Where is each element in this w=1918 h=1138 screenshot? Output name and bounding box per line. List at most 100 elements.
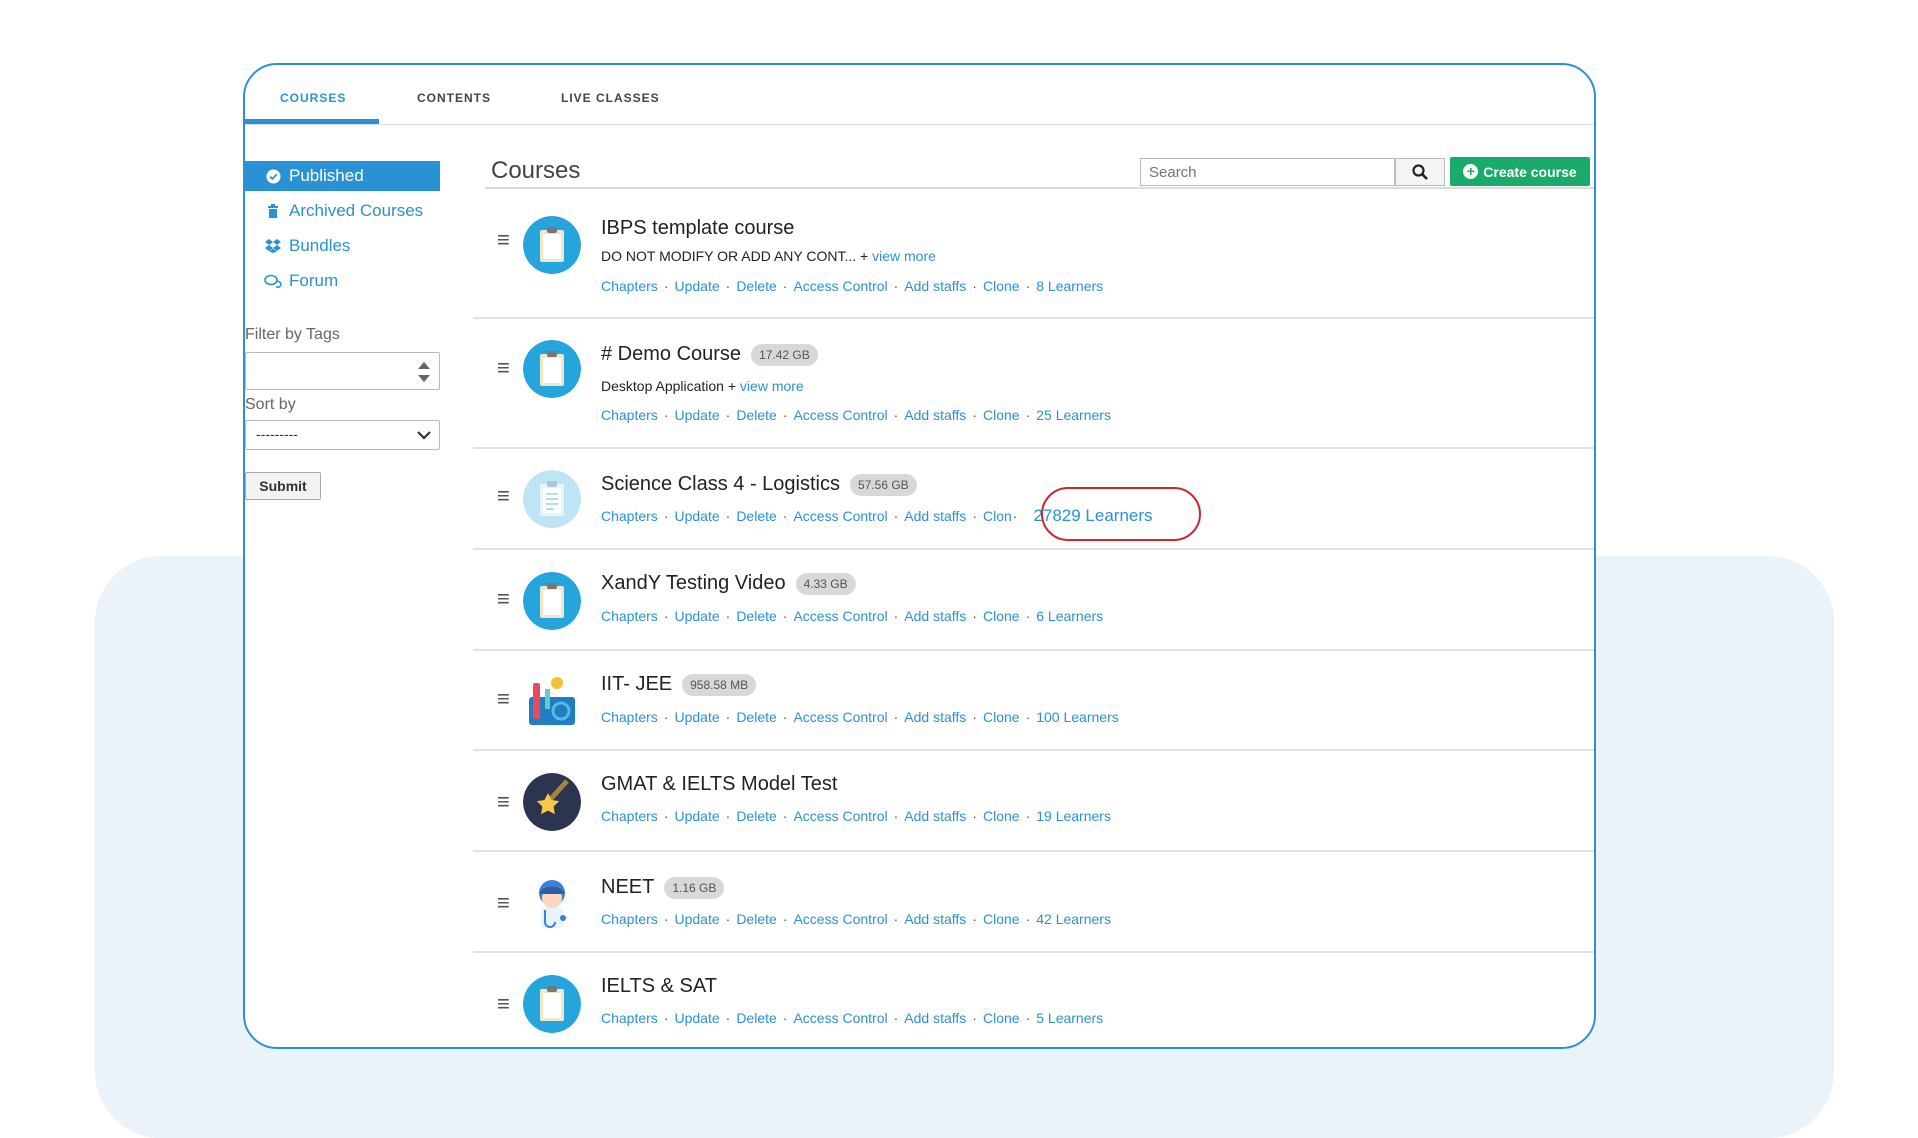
drag-handle-icon[interactable]: ≡ (497, 586, 510, 612)
drag-handle-icon[interactable]: ≡ (497, 227, 510, 253)
add-staffs-link[interactable]: Add staffs (904, 508, 966, 524)
search-input[interactable] (1140, 158, 1395, 186)
view-more-link[interactable]: view more (740, 378, 804, 394)
chapters-link[interactable]: Chapters (601, 407, 658, 423)
add-staffs-link[interactable]: Add staffs (904, 808, 966, 824)
course-title[interactable]: IBPS template course (601, 217, 794, 240)
course-actions: Chapters · Update · Delete · Access Control… (601, 407, 1111, 423)
course-title[interactable]: NEET (601, 876, 654, 899)
sort-select[interactable]: --------- (245, 420, 440, 450)
create-course-button[interactable]: + Create course (1450, 157, 1590, 186)
clone-link[interactable]: Clone (983, 608, 1020, 624)
sidebar-item-forum[interactable]: Forum (245, 266, 440, 296)
add-staffs-link[interactable]: Add staffs (904, 407, 966, 423)
update-link[interactable]: Update (674, 608, 719, 624)
clone-link[interactable]: Clon (983, 508, 1012, 524)
delete-link[interactable]: Delete (736, 508, 776, 524)
course-row: ≡ Science Class 4 - Logistics 57.56 GB C… (473, 449, 1594, 550)
sidebar-item-label: Published (289, 166, 364, 185)
access-control-link[interactable]: Access Control (793, 709, 887, 725)
course-list: ≡ IBPS template course DO NOT MODIFY OR … (473, 191, 1594, 1047)
learners-link[interactable]: 8 Learners (1036, 278, 1103, 294)
access-control-link[interactable]: Access Control (793, 278, 887, 294)
course-actions: Chapters · Update · Delete · Access Control… (601, 709, 1119, 725)
delete-link[interactable]: Delete (736, 808, 776, 824)
chapters-link[interactable]: Chapters (601, 709, 658, 725)
chapters-link[interactable]: Chapters (601, 808, 658, 824)
course-title[interactable]: GMAT & IELTS Model Test (601, 773, 837, 796)
clone-link[interactable]: Clone (983, 407, 1020, 423)
submit-button[interactable]: Submit (245, 472, 321, 500)
access-control-link[interactable]: Access Control (793, 608, 887, 624)
course-title[interactable]: IIT- JEE (601, 673, 672, 696)
drag-handle-icon[interactable]: ≡ (497, 991, 510, 1017)
course-row: ≡ NEET 1.16 GB Chapters · Update · Delete ·… (473, 852, 1594, 953)
update-link[interactable]: Update (674, 808, 719, 824)
chapters-link[interactable]: Chapters (601, 508, 658, 524)
check-circle-icon (263, 168, 283, 184)
chapters-link[interactable]: Chapters (601, 911, 658, 927)
learners-link[interactable]: 25 Learners (1036, 407, 1111, 423)
course-title[interactable]: IELTS & SAT (601, 975, 717, 998)
delete-link[interactable]: Delete (736, 278, 776, 294)
course-title[interactable]: Science Class 4 - Logistics (601, 473, 840, 496)
plus-circle-icon: + (1463, 164, 1479, 179)
course-title-row: Science Class 4 - Logistics 57.56 GB (601, 473, 917, 496)
delete-link[interactable]: Delete (736, 608, 776, 624)
delete-link[interactable]: Delete (736, 709, 776, 725)
tab-live-classes[interactable]: LIVE CLASSES (561, 91, 660, 105)
update-link[interactable]: Update (674, 407, 719, 423)
learners-link[interactable]: 100 Learners (1036, 709, 1119, 725)
add-staffs-link[interactable]: Add staffs (904, 911, 966, 927)
view-more-link[interactable]: view more (872, 248, 936, 264)
add-staffs-link[interactable]: Add staffs (904, 709, 966, 725)
access-control-link[interactable]: Access Control (793, 508, 887, 524)
chapters-link[interactable]: Chapters (601, 1010, 658, 1026)
tab-courses[interactable]: COURSES (280, 91, 346, 105)
update-link[interactable]: Update (674, 508, 719, 524)
update-link[interactable]: Update (674, 911, 719, 927)
tab-contents[interactable]: CONTENTS (417, 91, 491, 105)
update-link[interactable]: Update (674, 709, 719, 725)
delete-link[interactable]: Delete (736, 911, 776, 927)
course-title[interactable]: XandY Testing Video (601, 572, 786, 595)
clone-link[interactable]: Clone (983, 278, 1020, 294)
access-control-link[interactable]: Access Control (793, 911, 887, 927)
chapters-link[interactable]: Chapters (601, 278, 658, 294)
course-row: ≡ # Demo Course 17.42 GB Desktop Applica… (473, 319, 1594, 449)
delete-link[interactable]: Delete (736, 1010, 776, 1026)
update-link[interactable]: Update (674, 278, 719, 294)
learners-link[interactable]: 19 Learners (1036, 808, 1111, 824)
sidebar-item-bundles[interactable]: Bundles (245, 231, 440, 261)
clone-link[interactable]: Clone (983, 709, 1020, 725)
clone-link[interactable]: Clone (983, 1010, 1020, 1026)
access-control-link[interactable]: Access Control (793, 808, 887, 824)
learners-link[interactable]: 42 Learners (1036, 911, 1111, 927)
update-link[interactable]: Update (674, 1010, 719, 1026)
drag-handle-icon[interactable]: ≡ (497, 686, 510, 712)
sidebar-item-archived[interactable]: Archived Courses (245, 196, 440, 226)
course-avatar (523, 673, 581, 731)
course-desc-text: Desktop Application + (601, 378, 740, 394)
add-staffs-link[interactable]: Add staffs (904, 608, 966, 624)
learners-link[interactable]: 6 Learners (1036, 608, 1103, 624)
highlight-annotation (1041, 487, 1201, 541)
clone-link[interactable]: Clone (983, 911, 1020, 927)
add-staffs-link[interactable]: Add staffs (904, 1010, 966, 1026)
delete-link[interactable]: Delete (736, 407, 776, 423)
learners-link[interactable]: 5 Learners (1036, 1010, 1103, 1026)
course-title[interactable]: # Demo Course (601, 343, 741, 366)
drag-handle-icon[interactable]: ≡ (497, 789, 510, 815)
drag-handle-icon[interactable]: ≡ (497, 890, 510, 916)
add-staffs-link[interactable]: Add staffs (904, 278, 966, 294)
access-control-link[interactable]: Access Control (793, 407, 887, 423)
trash-icon (263, 204, 283, 218)
tags-multiselect[interactable] (245, 352, 440, 390)
sidebar-item-published[interactable]: Published (245, 161, 440, 191)
access-control-link[interactable]: Access Control (793, 1010, 887, 1026)
chapters-link[interactable]: Chapters (601, 608, 658, 624)
drag-handle-icon[interactable]: ≡ (497, 483, 510, 509)
search-button[interactable] (1395, 158, 1445, 186)
clone-link[interactable]: Clone (983, 808, 1020, 824)
drag-handle-icon[interactable]: ≡ (497, 355, 510, 381)
